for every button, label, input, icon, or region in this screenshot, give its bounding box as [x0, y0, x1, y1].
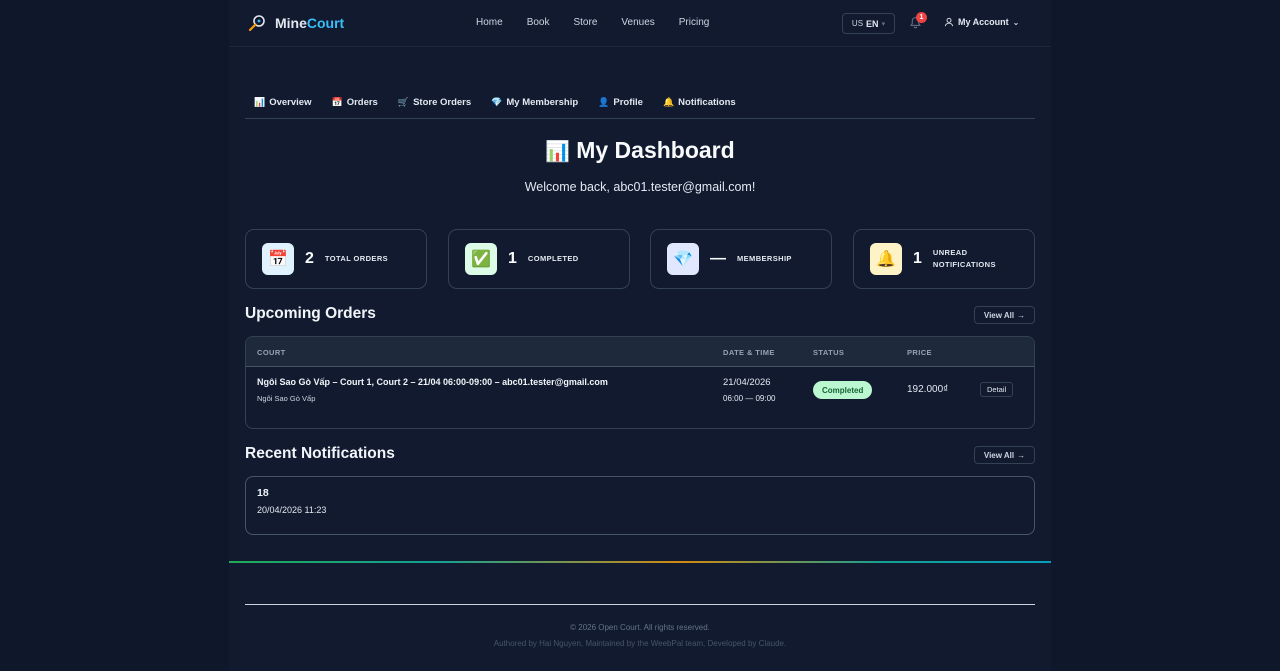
column-status: STATUS [813, 348, 845, 357]
order-price: 192.000₫ [907, 384, 949, 395]
notification-time: 20/04/2026 11:23 [257, 505, 327, 515]
racket-icon [247, 13, 267, 33]
order-venue: Ngôi Sao Gò Vấp [257, 394, 316, 403]
bell-icon: 🔔 [870, 243, 902, 275]
upcoming-orders-table: COURT DATE & TIME STATUS PRICE Ngôi Sao … [245, 336, 1035, 429]
gem-icon: 💎 [491, 96, 503, 107]
tab-notifications[interactable]: 🔔 Notifications [663, 96, 736, 108]
account-menu[interactable]: My Account ⌄ [944, 17, 1019, 27]
stat-label: MEMBERSHIP [737, 254, 792, 263]
tab-profile[interactable]: 👤 Profile [598, 96, 643, 108]
nav-store[interactable]: Store [573, 17, 597, 28]
notification-count-badge: 1 [916, 12, 927, 23]
column-price: PRICE [907, 348, 932, 357]
brand-name: MineCourt [275, 15, 345, 31]
notifications-bell[interactable]: 1 [909, 12, 927, 30]
footer-divider [245, 604, 1035, 605]
calendar-icon: 📅 [262, 243, 294, 275]
chart-icon: 📊 [254, 96, 266, 107]
upcoming-orders-title: Upcoming Orders [245, 305, 376, 322]
detail-button[interactable]: Detail [980, 382, 1014, 397]
calendar-icon: 📅 [331, 96, 343, 107]
chevron-down-icon: ⌄ [1012, 17, 1020, 27]
dashboard-tabs: 📊 Overview 📅 Orders 🛒 Store Orders 💎 My Memb… [245, 96, 1035, 119]
cart-icon: 🛒 [397, 96, 410, 107]
recent-notifications-title: Recent Notifications [245, 445, 395, 462]
arrow-right-icon: → [1017, 310, 1026, 320]
nav-venues[interactable]: Venues [621, 17, 654, 28]
stat-membership: 💎 — MEMBERSHIP [650, 229, 832, 289]
notification-item[interactable]: 18 20/04/2026 11:23 [245, 476, 1035, 535]
stat-value: 1 [508, 250, 517, 267]
language-selector[interactable]: US EN ▾ [842, 13, 895, 34]
notifications-view-all-button[interactable]: View All → [974, 446, 1035, 464]
page-title: 📊 My Dashboard [545, 137, 735, 163]
tab-overview[interactable]: 📊 Overview [254, 96, 311, 108]
order-date: 21/04/2026 [723, 377, 771, 388]
footer-copyright: © 2026 Open Court. All rights reserved. [570, 623, 710, 632]
table-header: COURT DATE & TIME STATUS PRICE [246, 337, 1034, 367]
nav-home[interactable]: Home [476, 17, 503, 28]
brand-logo[interactable]: MineCourt [247, 13, 344, 33]
account-label: My Account [958, 17, 1009, 27]
welcome-message: Welcome back, abc01.tester@gmail.com! [524, 180, 756, 194]
check-icon: ✅ [465, 243, 497, 275]
stat-value: — [710, 250, 726, 267]
arrow-right-icon: → [1017, 450, 1026, 460]
order-time: 06:00 — 09:00 [723, 394, 776, 403]
stat-label: TOTAL ORDERS [324, 254, 389, 263]
stat-completed: ✅ 1 COMPLETED [448, 229, 630, 289]
status-badge: Completed [813, 381, 873, 399]
stat-value: 2 [305, 250, 314, 267]
tab-orders[interactable]: 📅 Orders [331, 96, 377, 108]
nav-book[interactable]: Book [527, 17, 550, 28]
chevron-down-icon: ▾ [881, 20, 886, 28]
nav-pricing[interactable]: Pricing [679, 17, 710, 28]
user-icon: 👤 [598, 96, 610, 107]
column-datetime: DATE & TIME [723, 348, 775, 357]
user-icon [944, 17, 954, 27]
main-nav: Home Book Store Venues Pricing [476, 17, 733, 28]
stat-label: UNREAD NOTIFICATIONS [932, 248, 996, 269]
stat-value: 1 [913, 250, 922, 267]
stat-label: COMPLETED [527, 254, 579, 263]
gem-icon: 💎 [667, 243, 699, 275]
footer-credits: Authored by Hai Nguyen, Maintained by th… [493, 639, 787, 648]
order-court: Ngôi Sao Gò Vấp – Court 1, Court 2 – 21/… [257, 377, 608, 387]
bell-icon: 🔔 [662, 96, 675, 107]
flag-icon: US [851, 19, 864, 28]
stat-unread-notifications: 🔔 1 UNREAD NOTIFICATIONS [853, 229, 1035, 289]
chart-icon: 📊 [545, 141, 571, 163]
top-header: MineCourt Home Book Store Venues Pricing… [229, 0, 1051, 47]
stat-total-orders: 📅 2 TOTAL ORDERS [245, 229, 427, 289]
column-court: COURT [257, 348, 286, 357]
language-code: EN [866, 18, 879, 29]
notification-title: 18 [257, 487, 269, 499]
upcoming-view-all-button[interactable]: View All → [974, 306, 1035, 324]
tab-store-orders[interactable]: 🛒 Store Orders [398, 96, 471, 108]
gradient-divider [229, 561, 1051, 563]
tab-membership[interactable]: 💎 My Membership [491, 96, 578, 108]
table-row[interactable]: Ngôi Sao Gò Vấp – Court 1, Court 2 – 21/… [246, 367, 1034, 428]
